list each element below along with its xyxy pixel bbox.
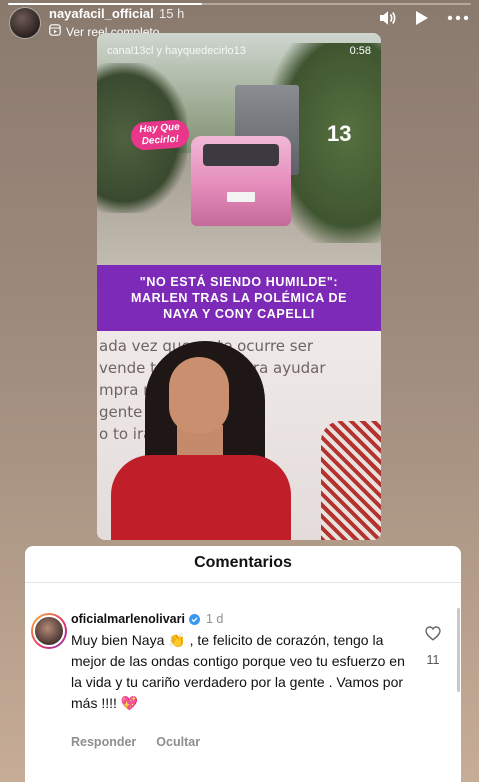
reel-duration: 0:58 [349,45,371,57]
commenter-username[interactable]: oficialmarlenolivari [71,612,185,626]
channel-logo: 13 [327,121,352,146]
side-person-image [321,421,381,540]
comments-title: Comentarios [194,554,292,571]
comment-age: 1 d [205,612,224,626]
headline-line: "NO ESTÁ SIENDO HUMILDE": [139,275,339,289]
more-icon[interactable] [447,15,469,21]
show-logo: Hay Que Decirlo! [130,119,190,151]
comment-text: Muy bien Naya 👏 , te felicito de corazón… [71,632,405,711]
speaker-icon[interactable] [379,10,397,26]
heart-icon[interactable] [425,626,441,646]
like-count: 11 [426,653,440,667]
headline-line: NAYA Y CONY CAPELLI [163,307,315,321]
hide-button[interactable]: Ocultar [156,735,200,749]
scrollbar[interactable] [457,608,460,692]
avatar[interactable] [9,7,41,39]
embedded-reel[interactable]: canal13cl y hayquedecirlo13 0:58 Hay Que… [97,33,381,540]
reel-video-frame-top: canal13cl y hayquedecirlo13 0:58 Hay Que… [97,33,381,265]
comment-header: oficialmarlenolivari 1 d [71,612,223,626]
reel-headline: "NO ESTÁ SIENDO HUMILDE": MARLEN TRAS LA… [97,265,381,331]
reel-icon [49,24,61,39]
reel-video-frame-bottom: ada vez que se te ocurre ser vende t lo … [97,331,381,540]
divider [25,582,461,583]
verified-icon [188,613,200,625]
headline-line: MARLEN TRAS LA POLÉMICA DE [130,291,348,305]
story-time: 15 h [159,6,185,21]
reel-source-caption: canal13cl y hayquedecirlo13 [107,45,246,57]
reply-button[interactable]: Responder [71,735,136,749]
play-icon[interactable] [415,10,429,26]
commenter-avatar[interactable] [31,613,67,649]
comments-panel: Comentarios oficialmarlenolivari 1 d Muy… [25,546,461,782]
story-username[interactable]: nayafacil_official [49,6,154,21]
pink-car-image [191,136,291,226]
